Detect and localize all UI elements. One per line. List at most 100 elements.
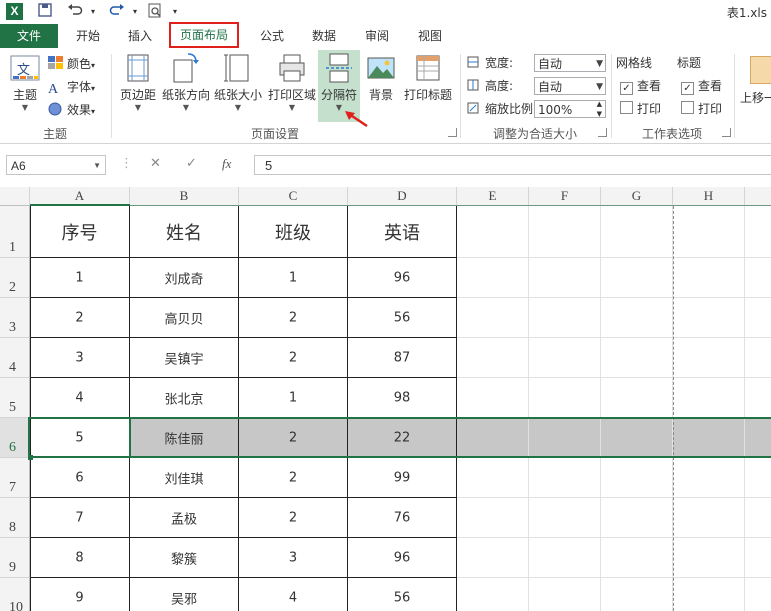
theme-colors-button[interactable]: 颜色▾ [48,54,95,74]
themes-button[interactable]: 文 主题 ▼ [6,52,44,113]
table-cell[interactable]: 1 [30,258,130,298]
table-cell[interactable]: 6 [30,458,130,498]
row-header[interactable]: 5 [0,378,30,418]
table-cell[interactable]: 76 [348,498,457,538]
table-cell[interactable]: 吴邪 [130,578,239,611]
column-header[interactable]: C [239,187,348,206]
table-cell[interactable] [745,206,771,258]
formula-input[interactable]: 5 [254,155,771,175]
undo-dropdown-icon[interactable]: ▾ [84,3,102,21]
theme-effects-button[interactable]: 效果▾ [48,100,95,120]
table-cell[interactable] [529,378,601,418]
table-cell[interactable] [745,298,771,338]
spin-arrows-icon[interactable]: ▲ ▼ [597,99,602,119]
headings-print-checkbox[interactable]: 打印 [681,99,722,119]
column-header[interactable]: E [457,187,529,206]
table-cell[interactable]: 序号 [30,206,130,258]
tab-file[interactable]: 文件 [0,24,58,48]
table-cell[interactable] [745,258,771,298]
name-box[interactable]: A6 ▼ [6,155,106,175]
table-cell[interactable] [601,298,673,338]
table-cell[interactable] [457,498,529,538]
row-header[interactable]: 3 [0,298,30,338]
table-cell[interactable]: 1 [239,258,348,298]
row-header[interactable]: 2 [0,258,30,298]
table-cell[interactable] [529,498,601,538]
table-cell[interactable] [673,206,745,258]
tab-view[interactable]: 视图 [408,27,452,46]
column-header[interactable]: D [348,187,457,206]
table-cell[interactable] [601,378,673,418]
undo-icon[interactable] [66,3,84,21]
table-cell[interactable] [457,338,529,378]
bring-forward-button[interactable]: 上移一 [740,88,771,108]
column-header[interactable] [745,187,771,206]
row-header[interactable]: 8 [0,498,30,538]
table-cell[interactable]: 刘佳琪 [130,458,239,498]
column-header[interactable]: H [673,187,745,206]
table-cell[interactable] [673,538,745,578]
table-cell[interactable]: 99 [348,458,457,498]
table-cell[interactable]: 4 [30,378,130,418]
table-cell[interactable]: 9 [30,578,130,611]
save-icon[interactable] [36,3,54,21]
table-cell[interactable]: 3 [239,538,348,578]
table-cell[interactable] [529,538,601,578]
column-header[interactable]: F [529,187,601,206]
background-button[interactable]: 背景 [362,52,400,103]
customize-qat-icon[interactable]: ▾ [166,3,184,21]
column-header[interactable]: B [130,187,239,206]
table-cell[interactable]: 4 [239,578,348,611]
table-cell[interactable] [745,458,771,498]
table-cell[interactable]: 高贝贝 [130,298,239,338]
table-cell[interactable]: 56 [348,578,457,611]
redo-dropdown-icon[interactable]: ▾ [126,3,144,21]
table-cell[interactable] [601,258,673,298]
more-options-icon[interactable]: ⋮ [120,156,133,171]
table-cell[interactable] [457,578,529,611]
height-select[interactable]: 自动 ▼ [534,77,606,95]
table-cell[interactable] [457,538,529,578]
table-cell[interactable] [745,338,771,378]
tab-insert[interactable]: 插入 [118,27,162,46]
table-cell[interactable]: 3 [30,338,130,378]
table-cell[interactable] [745,378,771,418]
cancel-icon[interactable]: ✕ [150,156,161,171]
table-cell[interactable] [673,338,745,378]
table-cell[interactable]: 吴镇宇 [130,338,239,378]
table-cell[interactable]: 96 [348,258,457,298]
table-cell[interactable]: 2 [30,298,130,338]
orientation-button[interactable]: 纸张方向 ▼ [162,52,210,113]
tab-home[interactable]: 开始 [66,27,110,46]
breaks-button[interactable]: 分隔符 ▼ [318,52,360,113]
table-cell[interactable] [673,498,745,538]
row-header[interactable]: 9 [0,538,30,578]
print-titles-button[interactable]: 打印标题 [402,52,454,103]
headings-view-checkbox[interactable]: ✓ 查看 [681,76,722,96]
table-cell[interactable] [457,206,529,258]
table-cell[interactable] [529,206,601,258]
scale-spinner[interactable]: 100% ▲ ▼ [534,100,606,118]
row-header[interactable]: 10 [0,578,30,611]
table-cell[interactable] [529,578,601,611]
tab-review[interactable]: 审阅 [355,27,399,46]
column-header[interactable]: G [601,187,673,206]
table-cell[interactable]: 班级 [239,206,348,258]
table-cell[interactable]: 刘成奇 [130,258,239,298]
table-cell[interactable] [601,578,673,611]
table-cell[interactable]: 英语 [348,206,457,258]
table-cell[interactable] [601,338,673,378]
table-cell[interactable]: 7 [30,498,130,538]
table-cell[interactable]: 56 [348,298,457,338]
theme-fonts-button[interactable]: A 字体▾ [48,77,95,97]
row-header[interactable]: 6 [0,418,30,458]
size-button[interactable]: 纸张大小 ▼ [212,52,264,113]
table-cell[interactable] [601,538,673,578]
row-header[interactable]: 4 [0,338,30,378]
width-select[interactable]: 自动 ▼ [534,54,606,72]
table-cell[interactable]: 2 [239,498,348,538]
table-cell[interactable]: 2 [239,338,348,378]
page-setup-launcher-icon[interactable] [448,128,457,137]
table-cell[interactable] [745,578,771,611]
gridlines-view-checkbox[interactable]: ✓ 查看 [620,76,661,96]
